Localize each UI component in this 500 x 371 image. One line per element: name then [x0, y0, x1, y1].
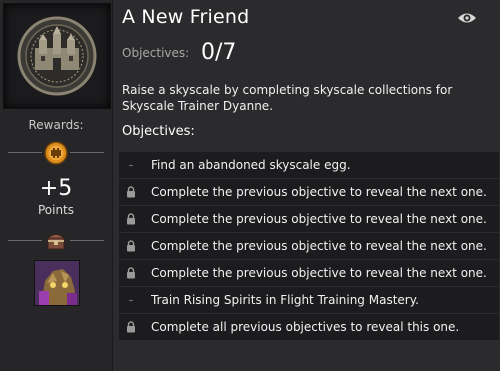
reward-sidebar: Rewards: +5 Points: [0, 0, 113, 371]
fortress-emblem-icon: [17, 16, 97, 96]
objectives-heading: Objectives:: [122, 124, 195, 139]
objectives-count-label: Objectives:: [122, 46, 190, 60]
mastery-point-icon: [43, 140, 69, 166]
mastery-divider: [8, 140, 104, 166]
achievement-description: Raise a skyscale by completing skyscale …: [122, 83, 453, 113]
skyscale-portrait-icon[interactable]: [34, 260, 80, 306]
objective-row: Complete the previous objective to revea…: [119, 260, 499, 286]
objective-text: Find an abandoned skyscale egg.: [151, 158, 351, 172]
eye-icon[interactable]: [457, 10, 477, 24]
lock-icon: [119, 206, 143, 232]
achievement-panel: Rewards: +5 Points A New Friend Objectiv…: [0, 0, 500, 371]
chest-divider: [8, 228, 104, 254]
objective-text: Complete the previous objective to revea…: [151, 266, 487, 280]
objective-row: Complete the previous objective to revea…: [119, 233, 499, 259]
objective-row: Complete the previous objective to revea…: [119, 206, 499, 232]
achievement-emblem: [3, 3, 111, 109]
objective-text: Complete the previous objective to revea…: [151, 212, 487, 226]
lock-icon: [119, 233, 143, 259]
dash-icon: –: [128, 294, 134, 306]
lock-icon: [119, 179, 143, 205]
objective-row: – Find an abandoned skyscale egg.: [119, 152, 499, 178]
objective-row: Complete all previous objectives to reve…: [119, 314, 499, 340]
achievement-title: A New Friend: [122, 6, 250, 28]
objective-text: Complete the previous objective to revea…: [151, 239, 487, 253]
objectives-list: – Find an abandoned skyscale egg. Comple…: [119, 152, 499, 341]
chest-icon: [43, 228, 69, 254]
objective-row: – Train Rising Spirits in Flight Trainin…: [119, 287, 499, 313]
rewards-label: Rewards:: [28, 118, 84, 132]
points-label: Points: [37, 203, 75, 217]
lock-icon: [119, 260, 143, 286]
objective-row: Complete the previous objective to revea…: [119, 179, 499, 205]
objective-text: Complete the previous objective to revea…: [151, 185, 487, 199]
lock-icon: [119, 314, 143, 340]
points-value: +5: [39, 176, 73, 201]
objective-text: Train Rising Spirits in Flight Training …: [151, 293, 419, 307]
dash-icon: –: [128, 159, 134, 171]
objective-text: Complete all previous objectives to reve…: [151, 320, 460, 334]
objectives-count-value: 0/7: [201, 40, 237, 65]
